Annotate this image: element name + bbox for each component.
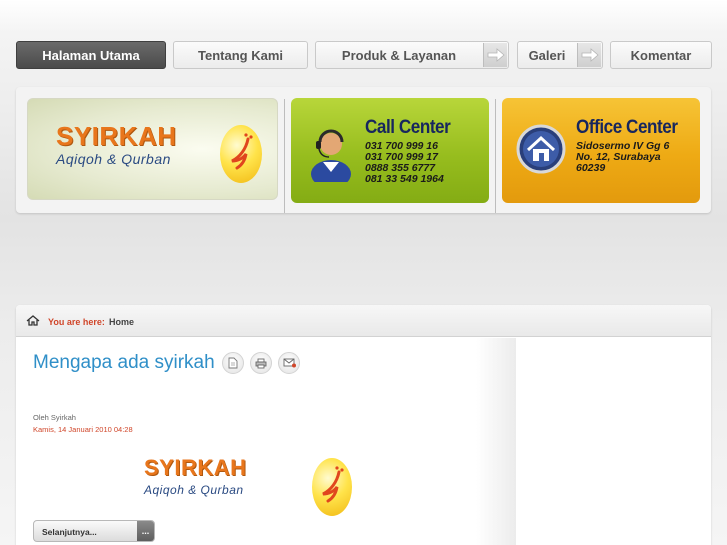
breadcrumb-current[interactable]: Home xyxy=(109,317,134,327)
breadcrumb-label: You are here: xyxy=(48,317,105,327)
article-author: Oleh Syirkah xyxy=(33,413,76,422)
home-icon[interactable] xyxy=(26,315,40,328)
read-more-button[interactable]: Selanjutnya... ... xyxy=(33,520,155,542)
sidebar-column xyxy=(518,338,711,545)
nav-label: Halaman Utama xyxy=(42,47,140,63)
office-center-title: Office Center xyxy=(576,117,678,138)
logo-name: SYIRKAH xyxy=(144,455,247,480)
banner-divider xyxy=(284,99,285,213)
nav-komentar[interactable]: Komentar xyxy=(610,41,712,69)
office-center-box: Office Center Sidosermo IV Gg 6 No. 12, … xyxy=(502,98,700,203)
home-icon xyxy=(516,124,566,179)
breadcrumb: You are here: Home xyxy=(16,305,711,337)
logo-name: SYIRKAH xyxy=(56,121,177,151)
nav-label: Produk & Layanan xyxy=(341,47,457,63)
phone-number: 081 33 549 1964 xyxy=(365,173,444,185)
address-line: 60239 xyxy=(576,162,606,174)
banner-divider xyxy=(495,99,496,213)
site-logo[interactable]: SYIRKAH Aqiqoh & Qurban xyxy=(27,98,278,200)
arrow-right-icon xyxy=(577,43,601,67)
logo-tagline: Aqiqoh & Qurban xyxy=(56,151,171,167)
more-dots-icon: ... xyxy=(137,521,154,541)
nav-galeri[interactable]: Galeri xyxy=(517,41,603,69)
nav-label: Tentang Kami xyxy=(198,47,283,63)
nav-tentang-kami[interactable]: Tentang Kami xyxy=(173,41,308,69)
article-title[interactable]: Mengapa ada syirkah xyxy=(33,352,215,374)
email-icon[interactable] xyxy=(278,352,300,374)
logo-emblem-icon xyxy=(312,458,352,516)
logo-emblem-icon xyxy=(220,125,262,183)
nav-halaman-utama[interactable]: Halaman Utama xyxy=(16,41,166,69)
header-banner: SYIRKAH Aqiqoh & Qurban Call Center 031 … xyxy=(16,87,711,213)
call-center-numbers: 031 700 999 16 031 700 999 17 0888 355 6… xyxy=(365,141,444,185)
article-logo-image: SYIRKAH Aqiqoh & Qurban xyxy=(144,455,356,517)
nav-label: Komentar xyxy=(630,47,692,63)
read-more-label: Selanjutnya... xyxy=(42,527,97,537)
pdf-icon[interactable] xyxy=(222,352,244,374)
arrow-right-icon xyxy=(483,43,507,67)
content-panel: You are here: Home Mengapa ada syirkah O… xyxy=(16,305,711,545)
office-address: Sidosermo IV Gg 6 No. 12, Surabaya 60239 xyxy=(576,141,669,174)
print-icon[interactable] xyxy=(250,352,272,374)
call-center-title: Call Center xyxy=(365,117,451,138)
operator-headset-icon xyxy=(305,124,357,188)
nav-label: Galeri xyxy=(528,47,566,63)
top-nav: Halaman Utama Tentang Kami Produk & Laya… xyxy=(16,41,712,69)
article-date: Kamis, 14 Januari 2010 04:28 xyxy=(33,425,133,434)
nav-produk-layanan[interactable]: Produk & Layanan xyxy=(315,41,509,69)
article-column: Mengapa ada syirkah Oleh Syirkah Kamis, … xyxy=(16,338,516,545)
logo-tagline: Aqiqoh & Qurban xyxy=(144,483,244,497)
call-center-box: Call Center 031 700 999 16 031 700 999 1… xyxy=(291,98,489,203)
